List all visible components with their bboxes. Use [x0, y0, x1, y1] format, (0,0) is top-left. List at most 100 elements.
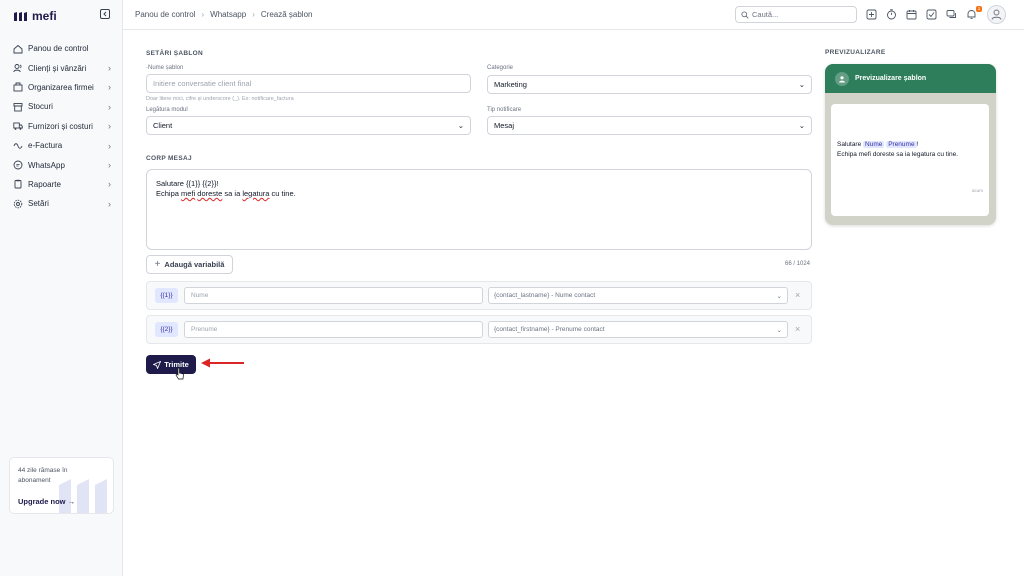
box-icon	[13, 102, 23, 112]
template-name-label: ·Nume șablon	[146, 65, 184, 71]
template-name-input[interactable]: Initiere conversatie client final	[146, 74, 471, 93]
body-section-title: CORP MESAJ	[146, 155, 192, 162]
arrow-right-icon: →	[67, 497, 76, 506]
preview-message-bubble: Salutare Nume Prenume! Echipa mefi dores…	[831, 104, 989, 216]
module-value: Client	[153, 121, 173, 130]
preview-section-title: PREVIZUALIZARE	[825, 49, 886, 56]
breadcrumb-separator: ›	[252, 10, 255, 19]
variable-sample-input[interactable]: Prenume	[184, 321, 483, 338]
category-select[interactable]: Marketing ⌄	[487, 75, 812, 94]
template-name-help: Doar litere mici, cifre și underscore (_…	[146, 96, 294, 102]
plus-icon: +	[154, 259, 161, 270]
gear-icon	[13, 199, 23, 209]
variable-sample-input[interactable]: Nume	[184, 287, 483, 304]
chevron-down-icon: ⌄	[776, 292, 782, 300]
chevron-right-icon: ›	[108, 121, 111, 132]
sidebar-item-label: Stocuri	[28, 102, 53, 112]
chevron-right-icon: ›	[108, 63, 111, 74]
settings-section-title: SETĂRI ȘABLON	[146, 50, 203, 57]
chevron-right-icon: ›	[108, 101, 111, 112]
logo-text: mefi	[32, 9, 57, 23]
category-label: Categorie	[487, 65, 514, 71]
whatsapp-icon	[13, 160, 23, 170]
contact-avatar-icon	[835, 71, 849, 86]
mefi-logo-icon	[14, 11, 27, 21]
breadcrumb-whatsapp[interactable]: Whatsapp	[210, 10, 246, 19]
calendar-icon[interactable]	[906, 9, 917, 20]
upgrade-card: 44 zile rămase în abonament Upgrade now …	[9, 457, 114, 514]
user-avatar[interactable]	[987, 5, 1006, 24]
sidebar-item-label: Organizarea firmei	[28, 82, 94, 92]
module-select[interactable]: Client ⌄	[146, 116, 471, 135]
preview-header-title: Previzualizare șablon	[855, 75, 927, 82]
notification-type-value: Mesaj	[494, 121, 515, 130]
sidebar: mefi Panou de control Clienți și vânzări…	[0, 0, 123, 576]
sidebar-item-whatsapp[interactable]: WhatsApp ›	[0, 155, 123, 174]
breadcrumb: Panou de control › Whatsapp › Crează șab…	[135, 10, 312, 19]
sidebar-nav: Panou de control Clienți și vânzări › Or…	[0, 39, 123, 214]
variable-row: {{1}} Nume {contact_lastname} - Nume con…	[146, 281, 812, 310]
add-variable-button[interactable]: + Adaugă variabilă	[146, 255, 233, 274]
timer-icon[interactable]	[886, 9, 897, 20]
add-square-icon[interactable]	[866, 9, 877, 20]
preview-line-2: Echipa mefi doreste sa ia legatura cu ti…	[837, 151, 959, 158]
users-icon	[13, 64, 22, 73]
variable-mapping-select[interactable]: {contact_lastname} - Nume contact ⌄	[488, 287, 788, 304]
variable-mapping-select[interactable]: {contact_firstname} - Prenume contact ⌄	[488, 321, 788, 338]
sidebar-item-settings[interactable]: Setări ›	[0, 194, 123, 213]
sidebar-item-organization[interactable]: Organizarea firmei ›	[0, 78, 123, 97]
chevron-down-icon: ⌄	[798, 121, 805, 130]
chevron-down-icon: ⌄	[798, 80, 805, 89]
sidebar-item-label: WhatsApp	[28, 160, 65, 170]
sidebar-item-label: Setări	[28, 199, 49, 209]
category-value: Marketing	[494, 80, 527, 89]
subscription-days: 44 zile rămase în abonament	[18, 467, 68, 484]
search-input[interactable]: Caută...	[735, 6, 857, 23]
sidebar-item-suppliers[interactable]: Furnizori și costuri ›	[0, 117, 123, 136]
chevron-right-icon: ›	[108, 179, 111, 190]
main-content: SETĂRI ȘABLON ·Nume șablon Initiere conv…	[123, 31, 1024, 576]
whatsapp-preview: Previzualizare șablon Salutare Nume Pren…	[825, 64, 996, 225]
variable-tag: {{2}}	[155, 322, 178, 337]
logo[interactable]: mefi	[13, 9, 57, 23]
pointer-cursor-icon	[175, 367, 184, 380]
variable-tag: {{1}}	[155, 288, 178, 303]
annotation-arrow-icon	[201, 358, 244, 368]
clipboard-icon	[14, 180, 22, 189]
invoice-icon	[13, 142, 23, 149]
upgrade-link[interactable]: Upgrade now →	[18, 497, 75, 506]
send-button[interactable]: Trimite	[146, 355, 196, 374]
truck-icon	[13, 122, 23, 131]
chevron-right-icon: ›	[108, 160, 111, 171]
sidebar-item-dashboard[interactable]: Panou de control	[0, 39, 123, 58]
building-icon	[13, 83, 23, 92]
chevron-right-icon: ›	[108, 140, 111, 151]
remove-variable-icon[interactable]: ×	[795, 324, 800, 334]
sidebar-item-label: Rapoarte	[28, 179, 61, 189]
remove-variable-icon[interactable]: ×	[795, 290, 800, 300]
preview-line-1: Salutare Nume Prenume!	[837, 141, 919, 148]
message-time: acum	[971, 188, 983, 193]
collapse-sidebar-icon[interactable]	[100, 9, 110, 19]
breadcrumb-dashboard[interactable]: Panou de control	[135, 10, 196, 19]
sidebar-item-clients[interactable]: Clienți și vânzări ›	[0, 58, 123, 77]
sidebar-item-label: e-Factura	[28, 141, 63, 151]
chevron-down-icon: ⌄	[776, 326, 782, 334]
user-icon	[991, 9, 1002, 20]
sidebar-item-stock[interactable]: Stocuri ›	[0, 97, 123, 116]
message-body-textarea[interactable]: Salutare {{1}} {{2}}! Echipa mefi dorest…	[146, 169, 812, 250]
notification-type-select[interactable]: Mesaj ⌄	[487, 116, 812, 135]
breadcrumb-current: Crează șablon	[260, 10, 313, 19]
template-name-placeholder: Initiere conversatie client final	[153, 79, 252, 88]
chat-icon[interactable]	[946, 9, 957, 20]
breadcrumb-separator: ›	[201, 10, 205, 19]
variable-row: {{2}} Prenume {contact_firstname} - Pren…	[146, 315, 812, 344]
task-check-icon[interactable]	[926, 9, 937, 20]
topbar: Panou de control › Whatsapp › Crează șab…	[123, 0, 1024, 30]
sidebar-item-efactura[interactable]: e-Factura ›	[0, 136, 123, 155]
chevron-down-icon: ⌄	[457, 121, 464, 130]
message-line-1: Salutare {{1}} {{2}}!	[156, 179, 219, 188]
chevron-right-icon: ›	[108, 198, 111, 209]
chevron-right-icon: ›	[108, 82, 111, 93]
sidebar-item-reports[interactable]: Rapoarte ›	[0, 175, 123, 194]
